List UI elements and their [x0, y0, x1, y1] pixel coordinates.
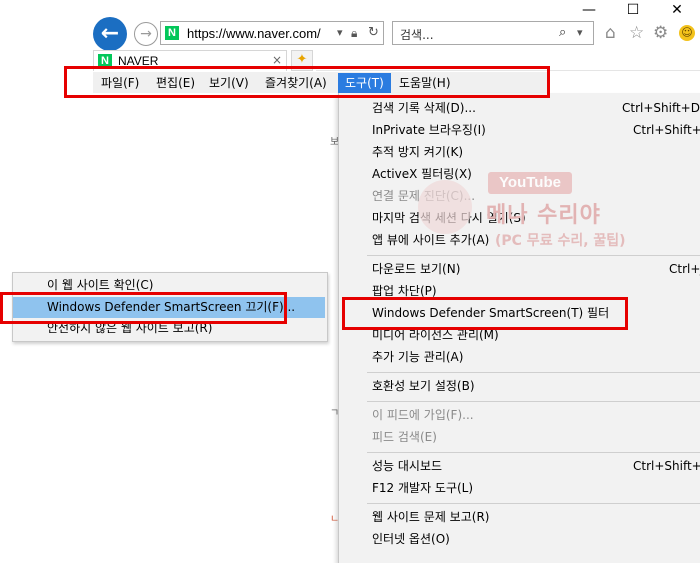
refresh-icon[interactable]: ↻ — [368, 25, 379, 40]
home-icon[interactable]: ⌂ — [605, 23, 616, 43]
search-dropdown-icon[interactable]: ▾ — [337, 26, 343, 39]
tab-close-icon[interactable]: × — [272, 53, 282, 67]
search-icon[interactable]: ⌕ — [559, 25, 566, 40]
search-input[interactable]: 검색... — [400, 26, 434, 43]
menu-separator — [367, 452, 700, 453]
menu-item-delete-history[interactable]: 검색 기록 삭제(D)... — [372, 98, 476, 118]
forward-button[interactable]: → — [134, 22, 158, 46]
watermark-youtube-badge: YouTube — [488, 172, 572, 194]
feedback-smiley-icon[interactable]: ☺ — [679, 25, 695, 41]
back-button[interactable]: ← — [93, 17, 127, 51]
arrow-right-icon: → — [140, 26, 152, 42]
menu-separator — [367, 372, 700, 373]
menu-separator — [367, 401, 700, 402]
watermark-title: 메나 수리야 — [486, 203, 601, 228]
menu-item-tracking-protection[interactable]: 추적 방지 켜기(K) — [372, 142, 463, 162]
menu-item-internet-options[interactable]: 인터넷 옵션(O) — [372, 529, 450, 549]
close-button[interactable]: ✕ — [654, 0, 700, 20]
gear-icon[interactable]: ⚙ — [653, 23, 668, 43]
annotation-box-smartscreen-off — [0, 292, 287, 324]
menu-item-feed-discovery: 피드 검색(E) — [372, 430, 437, 444]
shortcut-performance-dashboard: Ctrl+Shift+U — [633, 459, 700, 473]
shortcut-view-downloads: Ctrl+J — [669, 262, 700, 276]
menu-item-subscribe-feed: 이 피드에 가입(F)... — [372, 408, 474, 422]
menu-item-performance-dashboard[interactable]: 성능 대시보드 — [372, 456, 442, 476]
annotation-box-smartscreen-filter — [342, 297, 628, 330]
maximize-button[interactable]: ☐ — [610, 0, 656, 20]
shortcut-delete-history: Ctrl+Shift+Del — [622, 101, 700, 115]
menu-item-activex-filtering[interactable]: ActiveX 필터링(X) — [372, 164, 472, 184]
menu-item-report-website[interactable]: 웹 사이트 문제 보고(R) — [372, 507, 489, 527]
annotation-box-menubar — [64, 66, 550, 98]
menu-item-view-downloads[interactable]: 다운로드 보기(N) — [372, 259, 460, 279]
menu-separator — [367, 255, 700, 256]
watermark-youtube-label: YouTube — [499, 174, 561, 191]
favorites-star-icon[interactable]: ☆ — [629, 23, 644, 43]
menu-item-inprivate[interactable]: InPrivate 브라우징(I) — [372, 120, 486, 140]
search-box[interactable]: 검색... ⌕ ▾ — [392, 21, 594, 45]
chevron-down-icon[interactable]: ▾ — [577, 26, 583, 39]
menu-separator — [367, 503, 700, 504]
menu-item-add-to-apps[interactable]: 앱 뷰에 사이트 추가(A) — [372, 230, 489, 250]
menu-item-manage-addons[interactable]: 추가 기능 관리(A) — [372, 347, 463, 367]
new-tab-icon: ✦ — [296, 52, 308, 67]
menu-item-compatibility-view[interactable]: 호환성 보기 설정(B) — [372, 376, 475, 396]
minimize-button[interactable]: — — [566, 0, 612, 20]
arrow-left-icon: ← — [100, 21, 120, 46]
watermark-logo-icon — [418, 180, 472, 234]
address-bar[interactable]: N https://www.naver.com/ ▾ 🔒︎ ↻ — [160, 21, 384, 45]
address-url[interactable]: https://www.naver.com/ — [187, 26, 321, 41]
lock-icon[interactable]: 🔒︎ — [351, 26, 357, 41]
menu-item-f12-devtools[interactable]: F12 개발자 도구(L) — [372, 478, 473, 498]
shortcut-inprivate: Ctrl+Shift+P — [633, 123, 700, 137]
watermark-subtitle: (PC 무료 수리, 꿀팁) — [495, 233, 626, 249]
site-favicon-icon: N — [165, 26, 179, 40]
